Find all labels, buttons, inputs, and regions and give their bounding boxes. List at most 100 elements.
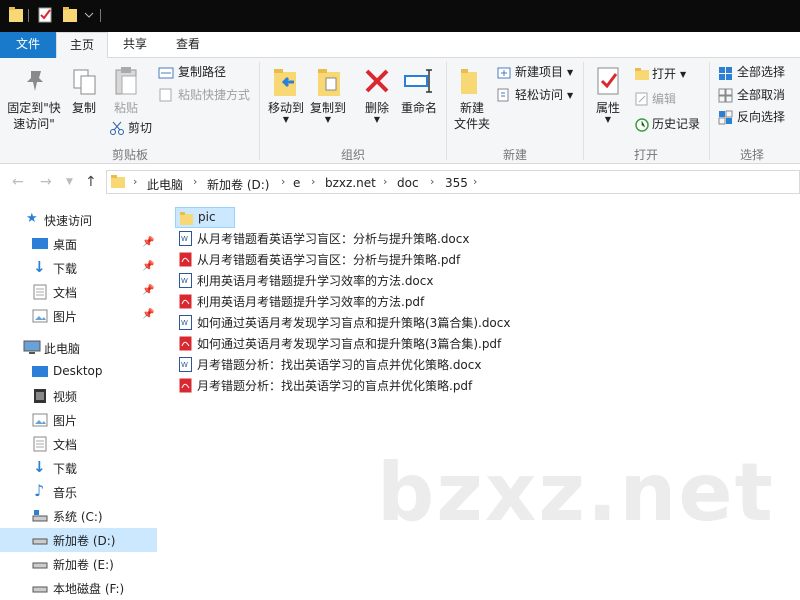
nav-pc-documents[interactable]: 文档 xyxy=(0,432,157,456)
edit-icon xyxy=(635,92,648,106)
breadcrumb-separator[interactable]: › xyxy=(193,175,197,188)
breadcrumb-bzxz[interactable]: bzxz.net xyxy=(325,176,376,190)
select-all-button[interactable]: 全部选择 xyxy=(737,64,785,80)
easy-access-button[interactable]: 轻松访问 xyxy=(515,87,563,103)
tab-home[interactable]: 主页 xyxy=(56,32,108,59)
pin-quick-access-button[interactable]: 固定到"快 速访问" xyxy=(2,100,66,132)
tab-share[interactable]: 共享 xyxy=(110,32,160,58)
file-item[interactable]: 月考错题分析：找出英语学习的盲点并优化策略.pdf xyxy=(175,375,485,396)
file-item[interactable]: 从月考错题看英语学习盲区：分析与提升策略.pdf xyxy=(175,249,475,270)
nav-drive-e[interactable]: 新加卷 (E:) xyxy=(0,552,157,576)
edit-button[interactable]: 编辑 xyxy=(652,91,676,107)
nav-music-label: 音乐 xyxy=(53,486,78,500)
up-arrow-icon[interactable]: ↑ xyxy=(85,174,97,190)
star-icon: ★ xyxy=(26,211,38,226)
delete-dropdown-icon[interactable]: ▼ xyxy=(356,112,398,128)
ribbon: 固定到"快 速访问" 复制 粘贴 复制路径 粘贴快捷方式 剪切 剪贴板 移动到 … xyxy=(0,58,800,164)
group-open-label: 打开 xyxy=(633,148,658,162)
breadcrumb-separator[interactable]: › xyxy=(311,175,315,188)
file-item[interactable]: 如何通过英语月考发现学习盲点和提升策略(3篇合集).pdf xyxy=(175,333,515,354)
breadcrumb-separator[interactable]: › xyxy=(281,175,285,188)
rename-button[interactable]: 重命名 xyxy=(396,100,442,116)
new-folder-icon xyxy=(461,69,477,94)
nav-pc-pictures[interactable]: 图片 xyxy=(0,408,157,432)
copy-to-dropdown-icon[interactable]: ▼ xyxy=(306,112,350,128)
nav-drive-f[interactable]: 本地磁盘 (F:) xyxy=(0,576,157,600)
breadcrumb-e[interactable]: e xyxy=(293,176,300,190)
properties-dropdown-icon[interactable]: ▼ xyxy=(588,112,628,128)
nav-this-pc[interactable]: 此电脑 xyxy=(0,336,157,360)
breadcrumb-this-pc[interactable]: 此电脑 xyxy=(147,176,183,193)
nav-downloads[interactable]: ↓ 下载 📌 xyxy=(0,256,157,280)
file-item[interactable]: W 如何通过英语月考发现学习盲点和提升策略(3篇合集).docx xyxy=(175,312,515,333)
computer-icon xyxy=(23,340,41,354)
breadcrumb-separator[interactable]: › xyxy=(383,175,387,188)
pdf-document-icon xyxy=(179,378,192,393)
nav-pc-desktop[interactable]: Desktop xyxy=(0,360,157,384)
paste-shortcut-button[interactable]: 粘贴快捷方式 xyxy=(178,87,250,103)
delete-icon xyxy=(365,69,389,93)
chevron-down-icon[interactable] xyxy=(84,10,94,20)
desktop-icon xyxy=(32,238,48,249)
new-folder-button[interactable]: 新建 文件夹 xyxy=(448,100,496,132)
word-document-icon: W xyxy=(179,357,192,372)
file-list: pic W 从月考错题看英语学习盲区：分析与提升策略.docx 从月考错题看英语… xyxy=(157,200,800,600)
nav-drive-d[interactable]: 新加卷 (D:) xyxy=(0,528,157,552)
watermark-text: bzxz.net xyxy=(377,446,775,539)
nav-documents-label: 文档 xyxy=(53,286,78,300)
breadcrumb-355[interactable]: 355 xyxy=(445,176,468,190)
new-folder-icon[interactable] xyxy=(63,7,77,23)
file-item[interactable]: pic xyxy=(175,207,235,228)
new-item-dropdown-icon[interactable]: ▼ xyxy=(567,65,573,81)
new-item-button[interactable]: 新建项目 xyxy=(515,64,563,80)
file-item[interactable]: W 利用英语月考错题提升学习效率的方法.docx xyxy=(175,270,455,291)
nav-music[interactable]: ♪ 音乐 xyxy=(0,480,157,504)
history-button[interactable]: 历史记录 xyxy=(652,116,700,132)
address-bar[interactable]: › 此电脑 › 新加卷 (D:) › e › bzxz.net › doc › … xyxy=(106,170,800,194)
cut-button[interactable]: 剪切 xyxy=(128,120,152,136)
properties-icon[interactable] xyxy=(38,7,52,23)
nav-quick-access[interactable]: ★ 快速访问 xyxy=(0,208,157,232)
pin-icon[interactable]: 📌 xyxy=(142,309,154,320)
group-divider xyxy=(259,62,260,160)
pin-icon[interactable]: 📌 xyxy=(142,261,154,272)
copy-button[interactable]: 复制 xyxy=(66,100,102,116)
invert-selection-button[interactable]: 反向选择 xyxy=(737,109,785,125)
open-dropdown-icon[interactable]: ▼ xyxy=(680,67,686,83)
nav-drive-c[interactable]: 系统 (C:) xyxy=(0,504,157,528)
pin-icon[interactable]: 📌 xyxy=(142,285,154,296)
recent-locations-icon[interactable]: ▼ xyxy=(66,177,73,187)
easy-access-dropdown-icon[interactable]: ▼ xyxy=(567,88,573,104)
pin-icon[interactable]: 📌 xyxy=(142,237,154,248)
nav-documents[interactable]: 文档 📌 xyxy=(0,280,157,304)
breadcrumb-separator[interactable]: › xyxy=(133,175,137,188)
file-name: 利用英语月考错题提升学习效率的方法.docx xyxy=(197,274,434,288)
nav-desktop[interactable]: 桌面 📌 xyxy=(0,232,157,256)
file-item[interactable]: 利用英语月考错题提升学习效率的方法.pdf xyxy=(175,291,455,312)
nav-pc-downloads[interactable]: ↓ 下载 xyxy=(0,456,157,480)
folder-icon[interactable] xyxy=(9,7,23,23)
file-name: 从月考错题看英语学习盲区：分析与提升策略.pdf xyxy=(197,253,461,267)
nav-videos[interactable]: 视频 xyxy=(0,384,157,408)
paste-button[interactable]: 粘贴 xyxy=(108,100,144,116)
file-name: pic xyxy=(198,210,216,224)
back-arrow-icon[interactable]: ← xyxy=(12,174,24,190)
nav-pictures[interactable]: 图片 📌 xyxy=(0,304,157,328)
breadcrumb-doc[interactable]: doc xyxy=(397,176,419,190)
open-button[interactable]: 打开 xyxy=(652,66,676,82)
tab-view[interactable]: 查看 xyxy=(162,32,214,58)
paste-shortcut-icon xyxy=(159,88,172,102)
select-none-button[interactable]: 全部取消 xyxy=(737,87,785,103)
breadcrumb-separator[interactable]: › xyxy=(430,175,434,188)
file-item[interactable]: W 从月考错题看英语学习盲区：分析与提升策略.docx xyxy=(175,228,475,249)
move-to-icon xyxy=(274,69,296,96)
file-item[interactable]: W 月考错题分析：找出英语学习的盲点并优化策略.docx xyxy=(175,354,485,375)
forward-arrow-icon[interactable]: → xyxy=(40,174,52,190)
ribbon-tabs: 文件 主页 共享 查看 xyxy=(0,32,800,59)
copy-path-button[interactable]: 复制路径 xyxy=(178,64,226,80)
svg-text:W: W xyxy=(181,277,188,285)
breadcrumb-separator[interactable]: › xyxy=(473,175,477,188)
tab-file[interactable]: 文件 xyxy=(0,32,56,58)
breadcrumb-drive-d[interactable]: 新加卷 (D:) xyxy=(207,176,269,193)
move-to-dropdown-icon[interactable]: ▼ xyxy=(264,112,308,128)
